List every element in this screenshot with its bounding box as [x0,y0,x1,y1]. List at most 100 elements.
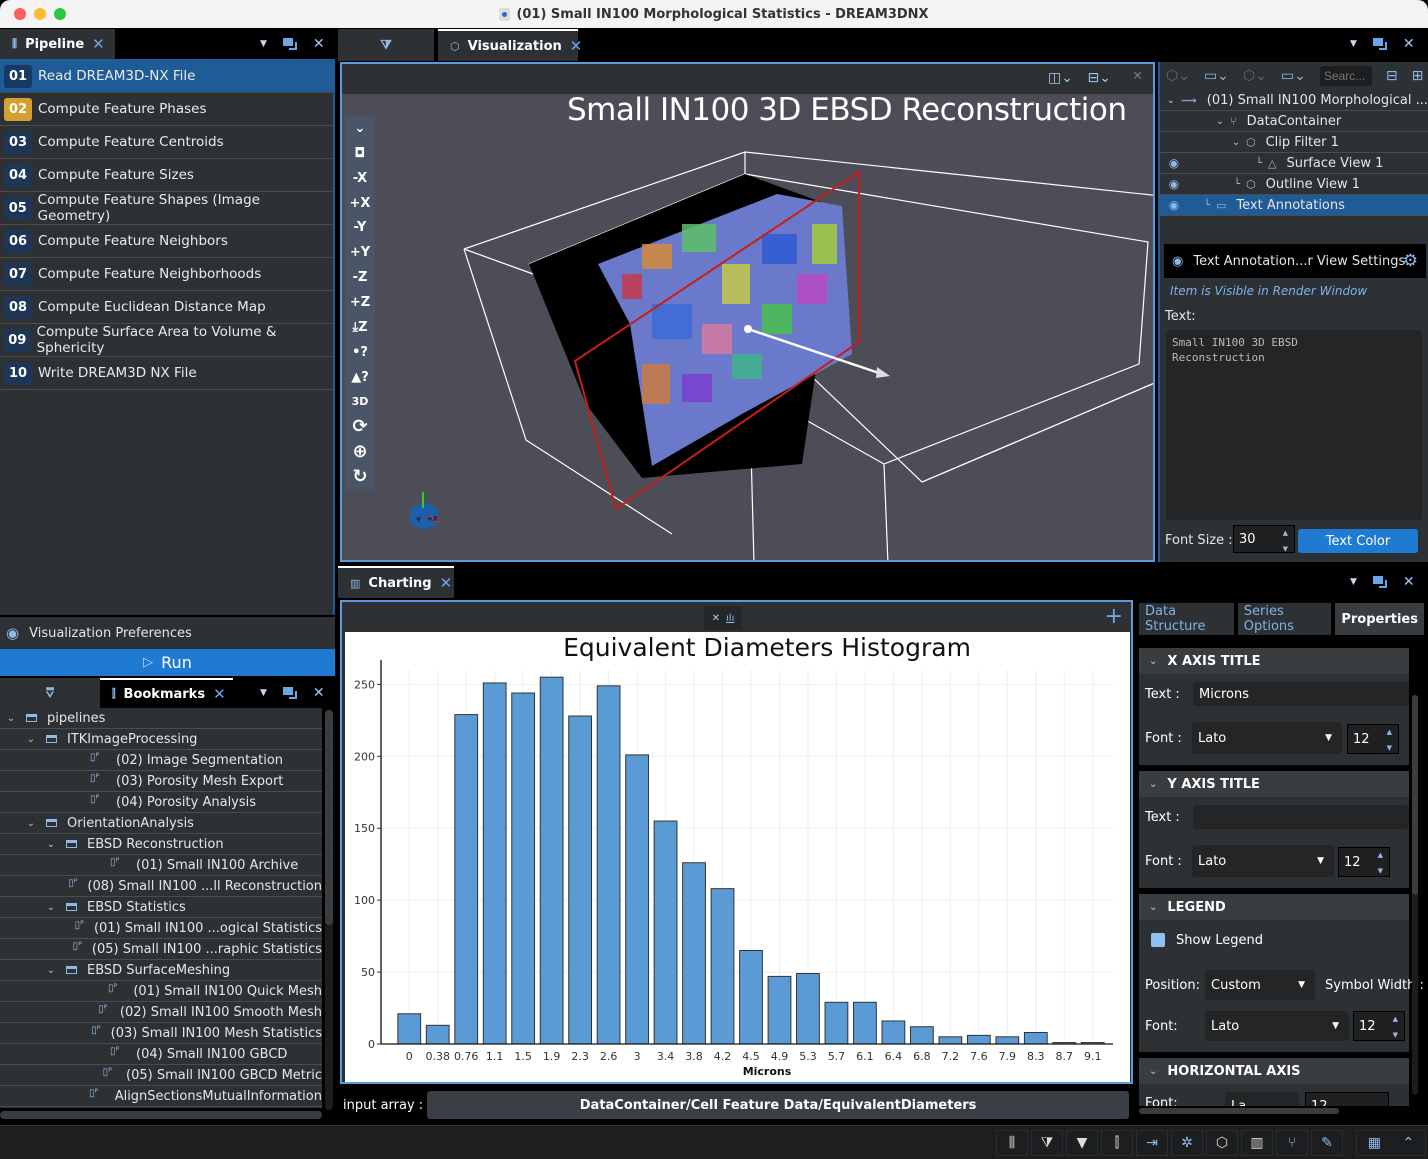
visualization-preferences[interactable]: ◉ Visualization Preferences [0,617,335,649]
eye-icon[interactable]: ◉ [1172,254,1183,269]
spin-arrows-icon[interactable]: ▲ ▼ [1378,851,1383,875]
scene-search-input[interactable] [1319,66,1372,86]
text-color-button[interactable]: Text Color [1298,529,1418,553]
ruler-icon[interactable]: ▭⌄ [1281,68,1306,84]
collapse-all-icon[interactable]: ⊟ [1386,68,1398,84]
legend-size-spinbox[interactable]: 12 ▲ ▼ [1353,1011,1405,1041]
pipeline-toggle-icon[interactable]: ⫼ [996,1130,1028,1156]
tab-filter-list[interactable]: ⩢ [0,678,100,708]
pipeline-filter-item[interactable]: 09 Compute Surface Area to Volume & Spher… [0,324,333,357]
bookmarks-hscrollbar[interactable] [0,1111,322,1119]
bookmark-item[interactable]: ▯ᴾ (02) Image Segmentation [0,750,322,771]
chart-canvas[interactable]: Equivalent Diameters Histogram 0 50 100 150 2… [345,632,1130,1082]
filter-toggle-icon[interactable]: ▼ [1066,1130,1098,1156]
tab-pipeline[interactable]: ⫼ Pipeline ✕ [0,29,115,59]
pipeline-filter-item[interactable]: 04 Compute Feature Sizes [0,159,333,192]
x-axis-text-input[interactable]: Microns [1193,682,1409,706]
pipeline-filter-item[interactable]: 07 Compute Feature Neighborhoods [0,258,333,291]
bookmark-item[interactable]: ▯ᴾ (01) Small IN100 ...ogical Statistics [0,918,322,939]
visibility-eye-icon[interactable]: ◉ [1160,177,1188,191]
debug-icon[interactable]: ✲ [1171,1130,1203,1156]
input-array-field[interactable]: DataContainer/Cell Feature Data/Equivale… [427,1091,1129,1119]
scene-tree-item[interactable]: ◉ └ ▭ Text Annotations [1160,195,1428,216]
visibility-eye-icon[interactable]: ◉ [1160,198,1188,212]
chart-subtab[interactable]: ✕ ılı [704,606,742,630]
scroll-thumb[interactable] [1412,695,1418,895]
bookmark-item[interactable]: ▯ᴾ (01) Small IN100 Quick Mesh [0,981,322,1002]
gear-icon[interactable]: ⚙ [1403,251,1418,271]
dropdown-icon[interactable]: ▼ [260,688,267,698]
data-structure-icon[interactable]: ⑂ [1276,1130,1308,1156]
pipeline-filter-item[interactable]: 10 Write DREAM3D NX File [0,357,333,390]
pipeline-filter-item[interactable]: 05 Compute Feature Shapes (Image Geometry… [0,192,333,225]
bookmark-folder[interactable]: ⌄ EBSD Reconstruction [0,834,322,855]
chevron-down-icon[interactable]: ⌄ [24,734,38,745]
chevron-down-icon[interactable]: ⌄ [44,902,58,913]
float-icon[interactable] [282,687,297,699]
expand-all-icon[interactable]: ⊞ [1412,68,1424,84]
y-axis-font-combo[interactable]: Lato ▼ [1192,845,1334,877]
bookmark-item[interactable]: ▯ᴾ (04) Porosity Analysis [0,792,322,813]
horizontal-axis-header[interactable]: ⌄ HORIZONTAL AXIS [1139,1058,1409,1084]
legend-font-combo[interactable]: Lato ▼ [1205,1011,1349,1041]
tab-properties[interactable]: Properties [1335,603,1424,635]
tab-charting[interactable]: ▥ Charting ✕ [338,566,454,598]
dropdown-icon[interactable]: ▼ [260,39,267,49]
dropdown-icon[interactable]: ▼ [1350,39,1357,49]
bookmark-item[interactable]: ▯ᴾ (05) Small IN100 ...raphic Statistics [0,939,322,960]
close-window-button[interactable] [14,8,26,20]
close-icon[interactable]: ✕ [1403,36,1415,52]
bookmarks-vscrollbar[interactable] [325,710,333,1110]
float-icon[interactable] [1372,576,1387,588]
chevron-down-icon[interactable]: ⌄ [1167,95,1181,106]
tab-series-options[interactable]: Series Options [1237,603,1332,635]
bookmark-item[interactable]: ▯ᴾ (04) Small IN100 GBCD [0,1044,322,1065]
font-size-spinbox[interactable]: 30 ▲ ▼ [1233,525,1295,553]
3d-scene[interactable]: -Y +X [342,64,1153,560]
properties-hscrollbar[interactable] [1139,1108,1339,1114]
h-axis-font-combo[interactable]: La [1225,1092,1299,1106]
legend-header[interactable]: ⌄ LEGEND [1139,894,1409,920]
close-icon[interactable]: ✕ [213,685,226,703]
legend-position-combo[interactable]: Custom ▼ [1205,970,1315,1000]
add-annotation-icon[interactable]: ▭⌄ [1204,68,1229,84]
h-axis-size-spinbox[interactable]: 12 [1305,1092,1389,1106]
scene-tree-item[interactable]: ⌄ ⟿ (01) Small IN100 Morphological ... [1160,90,1428,111]
close-icon[interactable]: ✕ [712,613,720,624]
run-button[interactable]: ▷ Run [0,649,335,676]
bookmark-folder[interactable]: ⌄ ITKImageProcessing [0,729,322,750]
scene-tree-item[interactable]: ⌄ ⬡ Clip Filter 1 [1160,132,1428,153]
charting-toggle-icon[interactable]: ▥ [1241,1130,1273,1156]
pipeline-filter-item[interactable]: 02 Compute Feature Phases [0,93,333,126]
add-chart-icon[interactable]: + [1105,604,1123,629]
scene-tree-item[interactable]: ◉ └ ⬡ Outline View 1 [1160,174,1428,195]
bookmark-folder[interactable]: ⌄ OrientationAnalysis [0,813,322,834]
bookmark-item[interactable]: ▯ᴾ (05) Small IN100 GBCD Metric [0,1065,322,1086]
bookmark-folder[interactable]: ⌄ pipelines [0,708,322,729]
bookmark-item[interactable]: ▯ᴾ (03) Small IN100 Mesh Statistics [0,1023,322,1044]
layout-menu[interactable]: ▦ ⌃ [1356,1130,1426,1156]
tab-filter-view[interactable]: ⧩ [338,29,434,61]
tab-bookmarks[interactable]: ⫿ Bookmarks ✕ [100,678,233,708]
bookmark-item[interactable]: ▯ᴾ (01) Small IN100 Archive [0,855,322,876]
pipeline-filter-item[interactable]: 03 Compute Feature Centroids [0,126,333,159]
spin-arrows-icon[interactable]: ▲ ▼ [1393,1015,1398,1039]
add-filter-icon[interactable]: ⬡⌄ [1243,68,1267,84]
properties-vscrollbar[interactable] [1412,695,1418,1095]
bookmark-folder[interactable]: ⌄ EBSD SurfaceMeshing [0,960,322,981]
bookmark-item[interactable]: ▯ᴾ (08) Small IN100 ...ll Reconstruction [0,876,322,897]
bookmark-item[interactable]: ▯ᴾ (03) Porosity Mesh Export [0,771,322,792]
annotation-text-input[interactable]: Small IN100 3D EBSD Reconstruction [1166,330,1422,520]
chevron-down-icon[interactable]: ⌄ [44,965,58,976]
bookmark-folder[interactable]: ⌄ EBSD Statistics [0,897,322,918]
scene-tree-item[interactable]: ⌄ ⑂ DataContainer [1160,111,1428,132]
close-icon[interactable]: ✕ [92,35,105,53]
bookmark-item[interactable]: ▯ᴾ AlignSectionsMutualInformation [0,1086,322,1107]
x-axis-font-combo[interactable]: Lato ▼ [1192,722,1342,754]
chevron-down-icon[interactable]: ⌄ [4,713,18,724]
filter-list-toggle-icon[interactable]: ⧩ [1031,1130,1063,1156]
spin-arrows-icon[interactable]: ▲ ▼ [1387,728,1392,752]
close-icon[interactable]: ✕ [1403,574,1415,590]
chevron-down-icon[interactable]: ⌄ [1188,116,1230,127]
show-legend-checkbox[interactable] [1151,933,1165,947]
